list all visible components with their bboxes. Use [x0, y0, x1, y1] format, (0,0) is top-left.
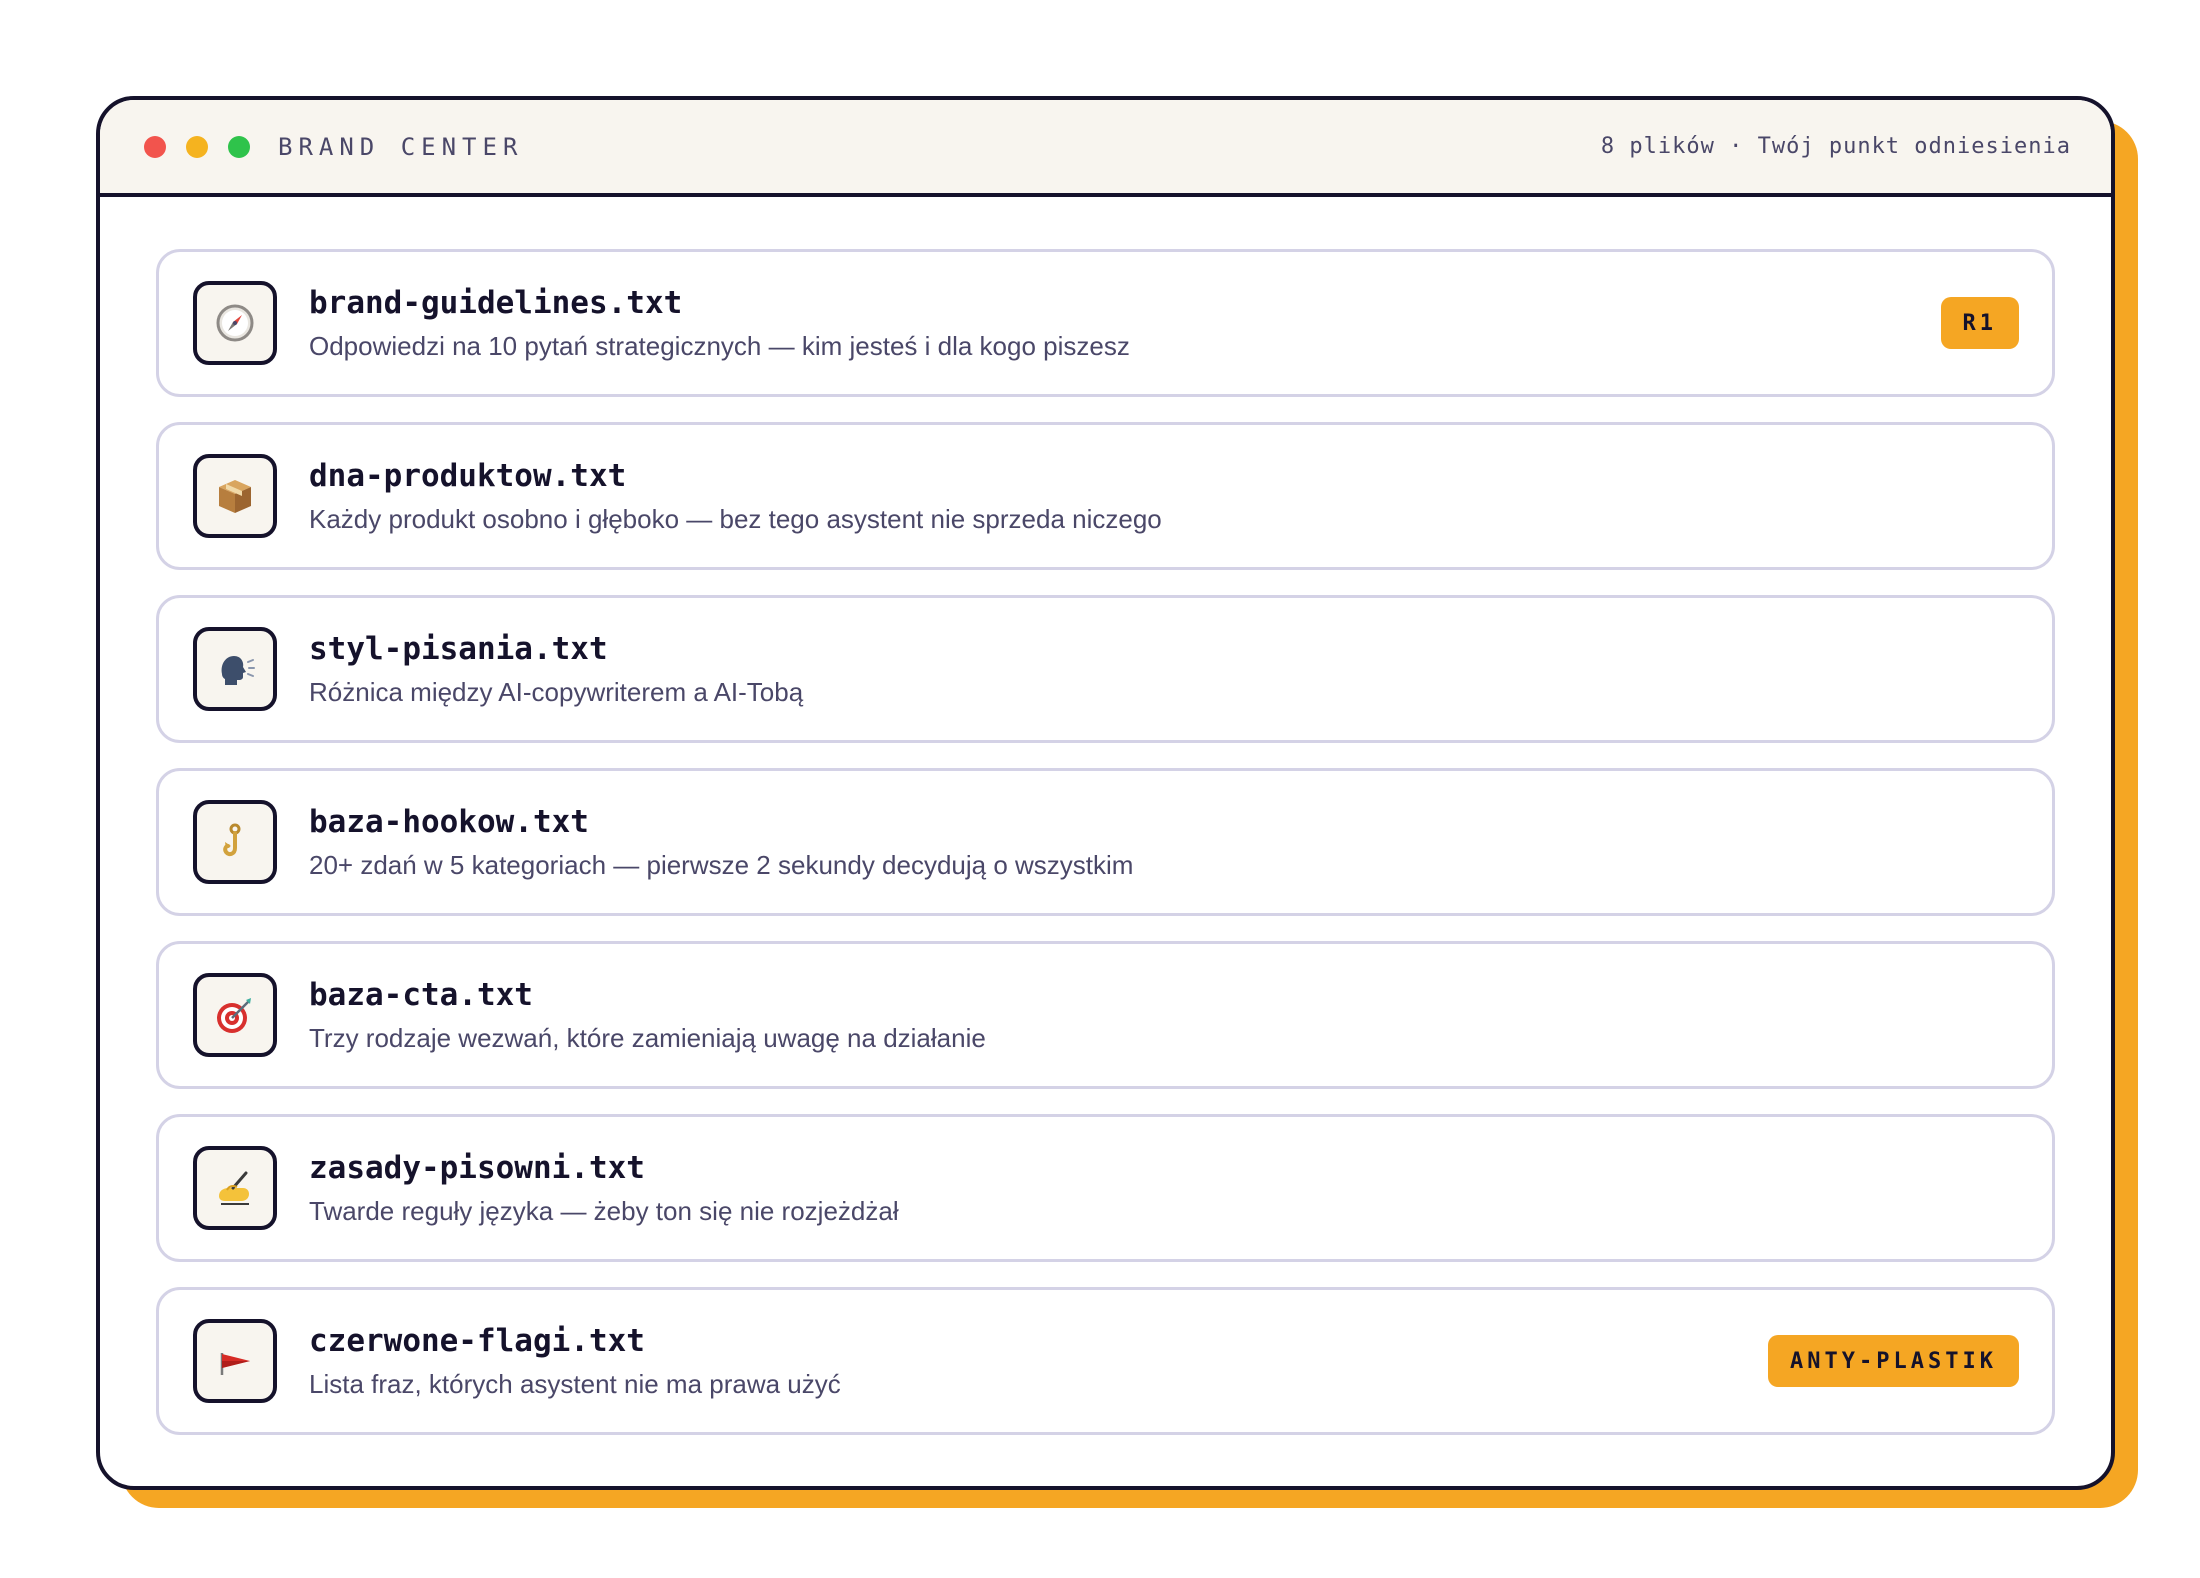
compass-icon	[193, 281, 277, 365]
file-item-styl-pisania[interactable]: styl-pisania.txt Różnica między AI-copyw…	[156, 595, 2055, 743]
maximize-dot[interactable]	[228, 135, 250, 158]
file-text: styl-pisania.txt Różnica między AI-copyw…	[309, 631, 803, 708]
minimize-dot[interactable]	[186, 135, 208, 158]
file-description: 20+ zdań w 5 kategoriach — pierwsze 2 se…	[309, 849, 1134, 880]
speaking-head-icon	[193, 627, 277, 711]
file-item-dna-produktow[interactable]: dna-produktow.txt Każdy produkt osobno i…	[156, 422, 2055, 570]
file-text: czerwone-flagi.txt Lista fraz, których a…	[309, 1323, 841, 1400]
file-text: zasady-pisowni.txt Twarde reguły języka …	[309, 1150, 899, 1227]
red-flag-icon	[193, 1319, 277, 1403]
titlebar: BRAND CENTER 8 plików · Twój punkt odnie…	[100, 100, 2111, 197]
file-description: Trzy rodzaje wezwań, które zamieniają uw…	[309, 1022, 986, 1053]
file-name: czerwone-flagi.txt	[309, 1322, 645, 1359]
writing-hand-icon	[193, 1146, 277, 1230]
file-description: Każdy produkt osobno i głęboko — bez teg…	[309, 503, 1162, 534]
window-meta: 8 plików · Twój punkt odniesienia	[1600, 134, 2071, 159]
file-text: baza-hookow.txt 20+ zdań w 5 kategoriach…	[309, 804, 1133, 881]
file-item-brand-guidelines[interactable]: brand-guidelines.txt Odpowiedzi na 10 py…	[156, 249, 2055, 397]
file-name: zasady-pisowni.txt	[309, 1149, 645, 1186]
file-description: Różnica między AI-copywriterem a AI-Tobą	[309, 676, 804, 707]
brand-center-window: BRAND CENTER 8 plików · Twój punkt odnie…	[96, 96, 2115, 1490]
file-description: Lista fraz, których asystent nie ma praw…	[309, 1368, 841, 1399]
file-description: Twarde reguły języka — żeby ton się nie …	[309, 1195, 899, 1226]
file-badge: R1	[1940, 297, 2019, 349]
stage: BRAND CENTER 8 plików · Twój punkt odnie…	[0, 0, 2200, 1578]
file-text: baza-cta.txt Trzy rodzaje wezwań, które …	[309, 977, 986, 1054]
close-dot[interactable]	[144, 135, 166, 158]
package-icon	[193, 454, 277, 538]
file-name: dna-produktow.txt	[309, 457, 627, 494]
file-description: Odpowiedzi na 10 pytań strategicznych — …	[309, 330, 1130, 361]
file-item-baza-cta[interactable]: baza-cta.txt Trzy rodzaje wezwań, które …	[156, 941, 2055, 1089]
file-item-czerwone-flagi[interactable]: czerwone-flagi.txt Lista fraz, których a…	[156, 1287, 2055, 1435]
file-text: brand-guidelines.txt Odpowiedzi na 10 py…	[309, 285, 1130, 362]
file-item-zasady-pisowni[interactable]: zasady-pisowni.txt Twarde reguły języka …	[156, 1114, 2055, 1262]
file-name: styl-pisania.txt	[309, 630, 608, 667]
file-badge: ANTY-PLASTIK	[1768, 1335, 2019, 1387]
file-name: baza-hookow.txt	[309, 803, 589, 840]
file-item-baza-hookow[interactable]: baza-hookow.txt 20+ zdań w 5 kategoriach…	[156, 768, 2055, 916]
window-title: BRAND CENTER	[278, 132, 524, 161]
file-name: brand-guidelines.txt	[309, 284, 683, 321]
file-list: brand-guidelines.txt Odpowiedzi na 10 py…	[100, 197, 2111, 1435]
file-name: baza-cta.txt	[309, 976, 533, 1013]
target-icon	[193, 973, 277, 1057]
hook-icon	[193, 800, 277, 884]
file-text: dna-produktow.txt Każdy produkt osobno i…	[309, 458, 1162, 535]
window-controls	[144, 135, 250, 158]
